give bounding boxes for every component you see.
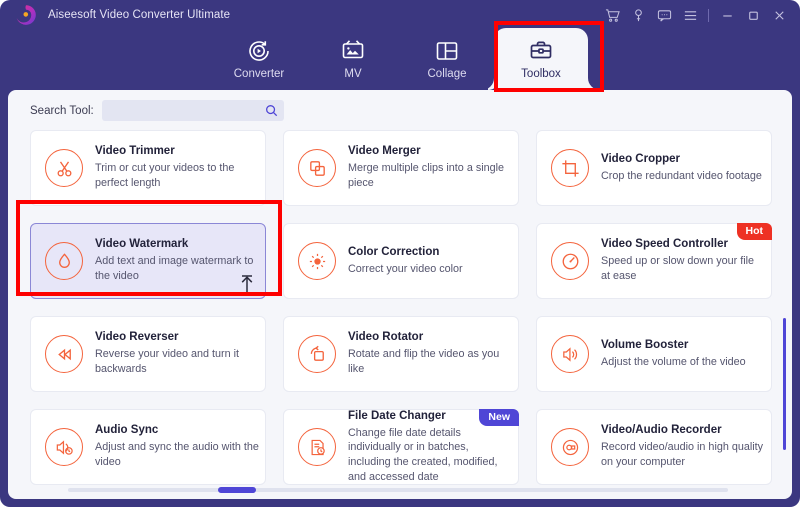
tool-desc: Add text and image watermark to the vide… [95,254,259,283]
main-nav: Converter MV Collage [0,28,800,90]
app-window: Aiseesoft Video Converter Ultimate [0,0,800,507]
tool-desc: Adjust the volume of the video [601,355,765,370]
maximize-icon[interactable] [740,2,766,28]
tool-desc: Record video/audio in high quality on yo… [601,440,765,469]
converter-icon [246,38,272,64]
tool-desc: Crop the redundant video footage [601,169,765,184]
tool-card-color-correction[interactable]: Color Correction Correct your video colo… [283,223,519,299]
droplet-icon [45,242,83,280]
horizontal-scrollbar-thumb[interactable] [218,487,256,493]
key-icon[interactable] [625,2,651,28]
tool-card-video-reverser[interactable]: Video Reverser Reverse your video and tu… [30,316,266,392]
tool-title: Video/Audio Recorder [601,424,765,436]
tool-title: Volume Booster [601,339,765,351]
tab-label: Converter [234,69,285,81]
speaker-clock-icon [45,428,83,466]
tab-mv[interactable]: MV [306,28,400,90]
rotate-icon [298,335,336,373]
search-icon[interactable] [264,103,279,118]
speaker-icon [551,335,589,373]
menu-icon[interactable] [677,2,703,28]
mv-icon [340,38,366,64]
tab-label: Collage [428,69,467,81]
tool-card-video-speed-controller[interactable]: Hot Video Speed Controller Speed up or s… [536,223,772,299]
vertical-scrollbar-thumb[interactable] [783,318,786,450]
tool-title: Color Correction [348,246,512,258]
tool-card-text: Video Rotator Rotate and flip the video … [348,331,512,376]
crop-icon [551,149,589,187]
close-icon[interactable] [766,2,792,28]
tool-title: Audio Sync [95,424,259,436]
scissors-icon [45,149,83,187]
tool-card-text: Video Cropper Crop the redundant video f… [601,153,765,184]
tool-desc: Rotate and flip the video as you like [348,347,512,376]
tool-card-text: Video/Audio Recorder Record video/audio … [601,424,765,469]
tool-card-video-merger[interactable]: Video Merger Merge multiple clips into a… [283,130,519,206]
tool-card-text: Video Merger Merge multiple clips into a… [348,145,512,190]
horizontal-scrollbar-track[interactable] [68,488,728,492]
speedometer-icon [551,242,589,280]
tool-card-audio-sync[interactable]: Audio Sync Adjust and sync the audio wit… [30,409,266,485]
tool-card-video-trimmer[interactable]: Video Trimmer Trim or cut your videos to… [30,130,266,206]
search-input[interactable] [108,101,258,120]
tool-card-text: Volume Booster Adjust the volume of the … [601,339,765,370]
cart-icon[interactable] [599,2,625,28]
tool-desc: Merge multiple clips into a single piece [348,161,512,190]
title-bar: Aiseesoft Video Converter Ultimate [0,0,800,30]
tab-toolbox[interactable]: Toolbox [494,28,588,90]
tab-label: MV [344,69,361,81]
cursor-arrow-icon [239,274,255,294]
tool-title: Video Reverser [95,331,259,343]
tab-converter[interactable]: Converter [212,28,306,90]
tool-title: Video Merger [348,145,512,157]
window-controls [599,0,792,30]
tool-card-video-audio-recorder[interactable]: Video/Audio Recorder Record video/audio … [536,409,772,485]
minimize-icon[interactable] [714,2,740,28]
tool-desc: Correct your video color [348,262,512,277]
rewind-icon [45,335,83,373]
search-box[interactable] [102,100,284,121]
collage-icon [434,38,460,64]
tool-card-volume-booster[interactable]: Volume Booster Adjust the volume of the … [536,316,772,392]
merge-icon [298,149,336,187]
status-badge: New [479,409,519,426]
file-clock-icon [298,428,336,466]
tool-desc: Trim or cut your videos to the perfect l… [95,161,259,190]
tool-card-video-cropper[interactable]: Video Cropper Crop the redundant video f… [536,130,772,206]
app-title: Aiseesoft Video Converter Ultimate [48,9,230,21]
tool-title: Video Speed Controller [601,238,765,250]
tool-card-text: Color Correction Correct your video colo… [348,246,512,277]
tool-grid: Video Trimmer Trim or cut your videos to… [30,130,772,485]
tool-card-file-date-changer[interactable]: New File Date Changer Change file date d… [283,409,519,485]
tool-card-video-rotator[interactable]: Video Rotator Rotate and flip the video … [283,316,519,392]
tool-card-text: Video Watermark Add text and image water… [95,238,259,283]
tool-card-text: Video Reverser Reverse your video and tu… [95,331,259,376]
tab-collage[interactable]: Collage [400,28,494,90]
aiseesoft-logo-icon [14,3,38,27]
tool-title: Video Watermark [95,238,259,250]
tool-desc: Change file date details individually or… [348,426,512,484]
search-label: Search Tool: [30,105,94,117]
tool-title: Video Cropper [601,153,765,165]
tool-card-text: Video Trimmer Trim or cut your videos to… [95,145,259,190]
tool-desc: Reverse your video and turn it backwards [95,347,259,376]
tool-card-text: Video Speed Controller Speed up or slow … [601,238,765,283]
tool-desc: Adjust and sync the audio with the video [95,440,259,469]
toolbox-icon [528,38,554,64]
toolbox-panel: Search Tool: [8,90,792,499]
chat-icon[interactable] [651,2,677,28]
status-badge: Hot [737,223,773,240]
brightness-icon [298,242,336,280]
record-icon [551,428,589,466]
tool-title: Video Trimmer [95,145,259,157]
divider [708,9,709,22]
tab-label: Toolbox [521,69,561,81]
tool-title: Video Rotator [348,331,512,343]
tool-card-text: Audio Sync Adjust and sync the audio wit… [95,424,259,469]
search-row: Search Tool: [30,100,284,121]
tool-card-video-watermark[interactable]: Video Watermark Add text and image water… [30,223,266,299]
tool-desc: Speed up or slow down your file at ease [601,254,765,283]
